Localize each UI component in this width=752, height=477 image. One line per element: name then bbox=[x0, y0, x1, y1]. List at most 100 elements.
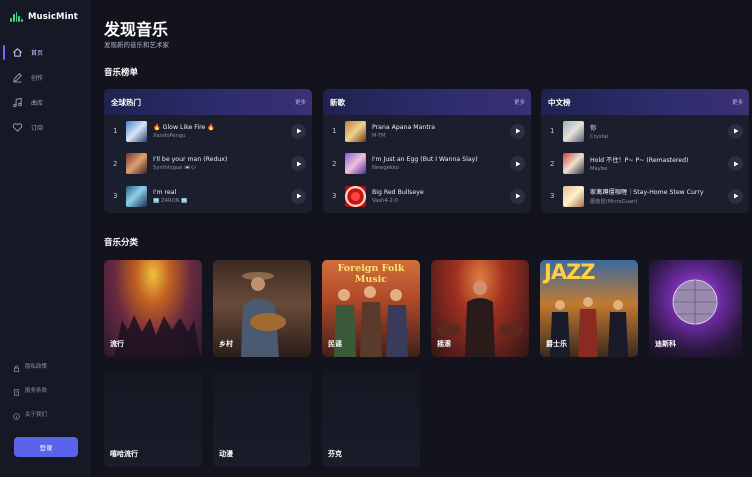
chart-header: 新歌 更多 bbox=[323, 89, 531, 115]
track-title: Hold 不住！P~ P~ (Remastered) bbox=[590, 157, 689, 165]
sidebar-item-label: 订阅 bbox=[31, 125, 44, 132]
home-icon bbox=[12, 47, 23, 58]
track-cover bbox=[563, 120, 584, 142]
app-logo[interactable]: MusicMint bbox=[10, 12, 78, 22]
genre-label: 乡村 bbox=[219, 340, 233, 348]
play-icon[interactable] bbox=[291, 188, 306, 204]
track-artist: Vash4-2-0 bbox=[372, 197, 398, 204]
track-rank: 2 bbox=[550, 159, 555, 168]
track-cover bbox=[126, 120, 147, 142]
main-content: 发现音乐 发现新的音乐和艺术家 音乐榜单 全球热门 更多 1 🔥 Glow Li… bbox=[90, 0, 752, 477]
track-title: I'm real bbox=[153, 188, 177, 196]
privacy-link[interactable]: 隐私政策 bbox=[13, 354, 47, 378]
genre-tile-folk[interactable]: Foreign Folk Music 民谣 bbox=[322, 260, 420, 357]
track-cover bbox=[345, 153, 366, 175]
play-icon[interactable] bbox=[291, 156, 306, 172]
more-link[interactable]: 更多 bbox=[295, 98, 306, 106]
genre-label: 民谣 bbox=[328, 340, 342, 348]
track-rank: 3 bbox=[113, 192, 118, 201]
music-note-icon bbox=[12, 97, 23, 108]
genre-label: 嘻哈流行 bbox=[110, 450, 138, 458]
track-rank: 1 bbox=[550, 127, 555, 136]
track-cover bbox=[563, 185, 584, 207]
sidebar-item-subscribe[interactable]: 订阅 bbox=[0, 115, 90, 140]
about-link[interactable]: 关于我们 bbox=[13, 402, 47, 426]
chart-card-chinese: 中文榜 更多 1 你 Crystal 2 Hold 不住！P~ P~ (Rema… bbox=[541, 89, 749, 213]
play-icon[interactable] bbox=[510, 156, 525, 172]
track-rank: 1 bbox=[113, 127, 118, 136]
genre-tile-anime[interactable]: 动漫 bbox=[213, 370, 311, 467]
chart-header: 全球热门 更多 bbox=[104, 89, 312, 115]
genre-label: 迪斯科 bbox=[655, 340, 676, 348]
track-artist: M-TM bbox=[372, 132, 386, 139]
play-icon[interactable] bbox=[510, 188, 525, 204]
pencil-icon bbox=[12, 72, 23, 83]
track-title: 你 bbox=[590, 124, 597, 132]
track-row[interactable]: 2 I'll be your man (Redux) Synthlogue 📼🎶 bbox=[104, 148, 312, 181]
page-subtitle: 发现新的音乐和艺术家 bbox=[104, 41, 169, 49]
track-artist: Newgekko bbox=[372, 165, 399, 172]
track-row[interactable]: 1 Prana Apana Mantra M-TM bbox=[323, 115, 531, 148]
track-rank: 2 bbox=[113, 159, 118, 168]
genre-tile-pop[interactable]: 流行 bbox=[104, 260, 202, 357]
track-row[interactable]: 3 I'm real 🆗 Z4RON 🆗 bbox=[104, 180, 312, 213]
track-rank: 2 bbox=[332, 159, 337, 168]
sidebar-item-library[interactable]: 曲库 bbox=[0, 90, 90, 115]
genre-tile-disco[interactable]: 迪斯科 bbox=[649, 260, 742, 357]
chart-title: 新歌 bbox=[330, 97, 345, 107]
logo-icon bbox=[10, 12, 23, 22]
play-icon[interactable] bbox=[728, 188, 743, 204]
track-row[interactable]: 3 家禽蹲僵咖喱｜Stay-Home Stew Curry 蘑菇冒(MicroG… bbox=[541, 180, 749, 213]
track-artist: 🆗 Z4RON 🆗 bbox=[153, 197, 188, 204]
track-rank: 3 bbox=[550, 192, 555, 201]
track-cover bbox=[345, 185, 366, 207]
genre-tile-country[interactable]: 乡村 bbox=[213, 260, 311, 357]
track-rank: 1 bbox=[332, 127, 337, 136]
genre-label: 爵士乐 bbox=[546, 340, 567, 348]
chart-title: 全球热门 bbox=[111, 97, 141, 107]
track-artist: 蘑菇冒(MicroGuan) bbox=[590, 199, 638, 206]
sidebar-item-home[interactable]: 首页 bbox=[0, 40, 90, 65]
track-title: 家禽蹲僵咖喱｜Stay-Home Stew Curry bbox=[590, 189, 704, 197]
play-icon[interactable] bbox=[728, 156, 743, 172]
genre-tile-jazz[interactable]: JAZZ 爵士乐 bbox=[540, 260, 638, 357]
play-icon[interactable] bbox=[291, 123, 306, 139]
heart-icon bbox=[12, 122, 23, 133]
track-title: 🔥 Glow Like Fire 🔥 bbox=[153, 124, 216, 132]
chart-card-global: 全球热门 更多 1 🔥 Glow Like Fire 🔥 XandoPengu … bbox=[104, 89, 312, 213]
play-icon[interactable] bbox=[510, 123, 525, 139]
track-row[interactable]: 1 🔥 Glow Like Fire 🔥 XandoPengu bbox=[104, 115, 312, 148]
sidebar-item-label: 首页 bbox=[31, 50, 44, 57]
play-icon[interactable] bbox=[728, 123, 743, 139]
genre-tile-hiphop[interactable]: 嘻哈流行 bbox=[104, 370, 202, 467]
more-link[interactable]: 更多 bbox=[732, 98, 743, 106]
terms-link[interactable]: 服务条款 bbox=[13, 378, 47, 402]
sidebar-nav: 首页 创作 曲库 订阅 bbox=[0, 40, 90, 140]
track-title: Prana Apana Mantra bbox=[372, 123, 436, 131]
genre-label: 动漫 bbox=[219, 450, 233, 458]
genres-section-title: 音乐分类 bbox=[104, 238, 139, 248]
chart-title: 中文榜 bbox=[548, 97, 571, 107]
chart-card-new: 新歌 更多 1 Prana Apana Mantra M-TM 2 I'm Ju… bbox=[323, 89, 531, 213]
login-button[interactable]: 登录 bbox=[14, 437, 78, 457]
sidebar-item-label: 创作 bbox=[31, 75, 44, 82]
charts-section-title: 音乐榜单 bbox=[104, 68, 139, 78]
page-title: 发现音乐 bbox=[104, 20, 169, 39]
sidebar: MusicMint 首页 创作 曲库 订阅 隐私政策 服务条款 关于我们 登录 bbox=[0, 0, 90, 477]
track-artist: Crystal bbox=[590, 133, 609, 140]
genre-tile-funk[interactable]: 芬克 bbox=[322, 370, 420, 467]
genre-label: 流行 bbox=[110, 340, 124, 348]
track-rank: 3 bbox=[332, 192, 337, 201]
track-title: I'm Just an Egg (But I Wanna Slay) bbox=[372, 156, 478, 164]
more-link[interactable]: 更多 bbox=[514, 98, 525, 106]
genre-tile-rock[interactable]: 摇滚 bbox=[431, 260, 529, 357]
track-cover bbox=[563, 153, 584, 175]
track-cover bbox=[126, 185, 147, 207]
document-icon bbox=[13, 381, 20, 400]
track-row[interactable]: 1 你 Crystal bbox=[541, 115, 749, 148]
track-row[interactable]: 2 Hold 不住！P~ P~ (Remastered) Maybe bbox=[541, 148, 749, 181]
track-row[interactable]: 3 Big Red Bullseye Vash4-2-0 bbox=[323, 180, 531, 213]
sidebar-item-create[interactable]: 创作 bbox=[0, 65, 90, 90]
lock-icon bbox=[13, 357, 20, 376]
track-row[interactable]: 2 I'm Just an Egg (But I Wanna Slay) New… bbox=[323, 148, 531, 181]
